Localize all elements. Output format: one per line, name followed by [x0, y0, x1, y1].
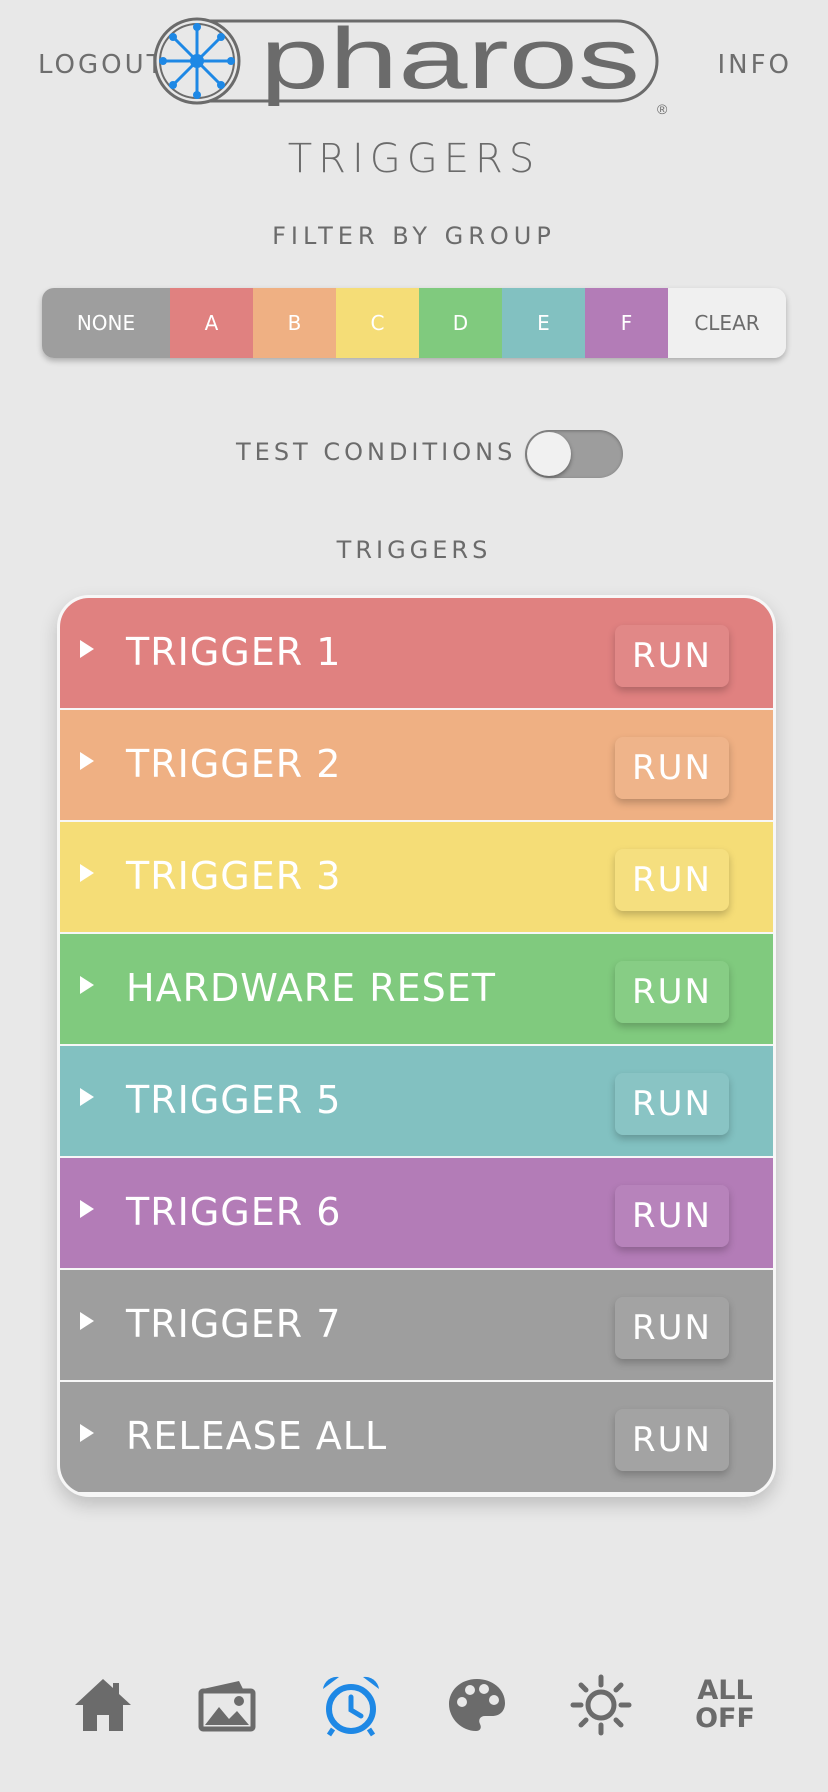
- trigger-name: RELEASE ALL: [126, 1414, 388, 1458]
- nav-gallery[interactable]: [192, 1670, 262, 1740]
- group-b-button[interactable]: B: [253, 288, 336, 358]
- expand-arrow-icon[interactable]: [80, 1088, 94, 1106]
- group-filter-bar: NONE A B C D E F CLEAR: [42, 288, 786, 358]
- pharos-star-icon: [159, 23, 235, 99]
- page-title: TRIGGERS: [287, 136, 541, 182]
- bottom-nav: ALL OFF: [0, 1660, 828, 1750]
- trigger-row[interactable]: TRIGGER 6 RUN: [60, 1158, 773, 1268]
- expand-arrow-icon[interactable]: [80, 640, 94, 658]
- trigger-list: TRIGGER 1 RUN TRIGGER 2 RUN TRIGGER 3 RU…: [57, 595, 776, 1497]
- test-conditions-row: TEST CONDITIONS: [0, 428, 828, 480]
- nav-palette[interactable]: [442, 1670, 512, 1740]
- expand-arrow-icon[interactable]: [80, 1424, 94, 1442]
- expand-arrow-icon[interactable]: [80, 864, 94, 882]
- test-conditions-toggle[interactable]: [525, 430, 623, 478]
- nav-home[interactable]: [68, 1670, 138, 1740]
- all-off-button[interactable]: ALL OFF: [690, 1670, 760, 1740]
- test-conditions-label: TEST CONDITIONS: [236, 438, 517, 466]
- run-button[interactable]: RUN: [615, 1185, 729, 1247]
- trigger-row[interactable]: HARDWARE RESET RUN: [60, 934, 773, 1044]
- all-off-line1: ALL: [697, 1675, 753, 1706]
- all-off-label: ALL OFF: [695, 1677, 755, 1733]
- run-button[interactable]: RUN: [615, 1073, 729, 1135]
- run-button[interactable]: RUN: [615, 737, 729, 799]
- logout-button[interactable]: LOGOUT: [38, 50, 166, 80]
- group-c-button[interactable]: C: [336, 288, 419, 358]
- trigger-name: TRIGGER 2: [126, 742, 342, 786]
- group-none-button[interactable]: NONE: [42, 288, 170, 358]
- run-button[interactable]: RUN: [615, 625, 729, 687]
- run-button[interactable]: RUN: [615, 1297, 729, 1359]
- info-button[interactable]: INFO: [717, 50, 792, 80]
- trigger-row[interactable]: TRIGGER 5 RUN: [60, 1046, 773, 1156]
- run-button[interactable]: RUN: [615, 961, 729, 1023]
- home-icon: [75, 1679, 131, 1731]
- trigger-row[interactable]: RELEASE ALL RUN: [60, 1382, 773, 1492]
- triggers-list-label: TRIGGERS: [336, 536, 492, 564]
- all-off-line2: OFF: [695, 1703, 755, 1734]
- expand-arrow-icon[interactable]: [80, 752, 94, 770]
- alarm-clock-icon: [323, 1676, 379, 1737]
- palette-icon: [449, 1679, 505, 1731]
- run-button[interactable]: RUN: [615, 849, 729, 911]
- clear-filter-button[interactable]: CLEAR: [668, 288, 786, 358]
- trigger-name: TRIGGER 5: [126, 1078, 342, 1122]
- gallery-icon: [198, 1681, 256, 1732]
- brightness-icon: [570, 1674, 632, 1736]
- trigger-row[interactable]: TRIGGER 2 RUN: [60, 710, 773, 820]
- logo-wordmark: pharos: [260, 16, 640, 107]
- toggle-knob: [527, 432, 571, 476]
- nav-triggers[interactable]: [316, 1670, 386, 1740]
- group-e-button[interactable]: E: [502, 288, 585, 358]
- trigger-name: HARDWARE RESET: [126, 966, 496, 1010]
- trigger-name: TRIGGER 1: [126, 630, 342, 674]
- group-d-button[interactable]: D: [419, 288, 502, 358]
- trigger-name: TRIGGER 6: [126, 1190, 342, 1234]
- trigger-row[interactable]: TRIGGER 3 RUN: [60, 822, 773, 932]
- pharos-logo: pharos ®: [153, 16, 668, 116]
- run-button[interactable]: RUN: [615, 1409, 729, 1471]
- expand-arrow-icon[interactable]: [80, 1200, 94, 1218]
- trigger-row[interactable]: TRIGGER 1 RUN: [60, 598, 773, 708]
- group-f-button[interactable]: F: [585, 288, 668, 358]
- registered-mark: ®: [657, 101, 668, 116]
- trigger-name: TRIGGER 3: [126, 854, 342, 898]
- group-a-button[interactable]: A: [170, 288, 253, 358]
- header: LOGOUT pharos ® INFO: [0, 0, 828, 130]
- expand-arrow-icon[interactable]: [80, 1312, 94, 1330]
- trigger-row[interactable]: TRIGGER 7 RUN: [60, 1270, 773, 1380]
- nav-brightness[interactable]: [566, 1670, 636, 1740]
- trigger-name: TRIGGER 7: [126, 1302, 342, 1346]
- filter-label: FILTER BY GROUP: [272, 222, 556, 250]
- expand-arrow-icon[interactable]: [80, 976, 94, 994]
